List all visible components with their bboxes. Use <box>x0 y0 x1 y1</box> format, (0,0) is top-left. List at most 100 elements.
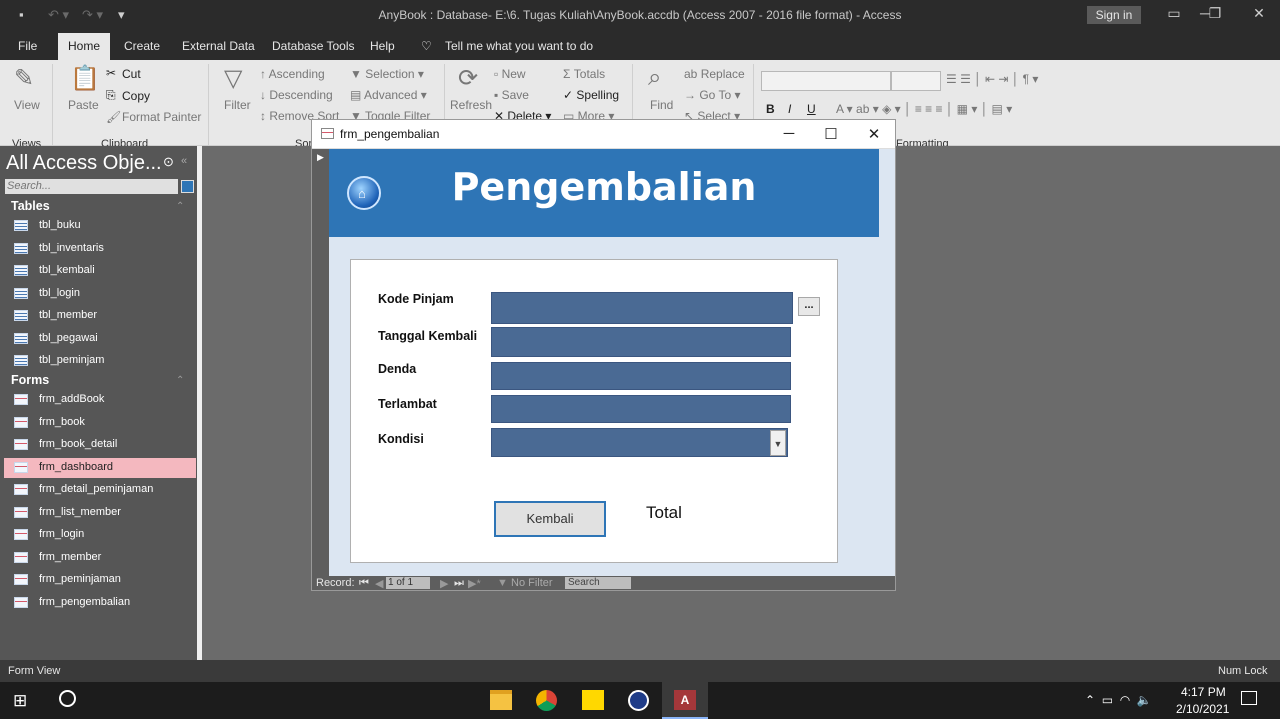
ribbon-display-icon[interactable]: ▭ <box>1162 5 1186 25</box>
nav-table-item[interactable]: tbl_member <box>4 306 196 326</box>
advanced-button[interactable]: ▤ Advanced ▾ <box>350 88 427 102</box>
terlambat-field[interactable] <box>491 395 791 423</box>
clock-date[interactable]: 2/10/2021 <box>1176 702 1229 716</box>
replace-button[interactable]: ab Replace <box>684 67 745 81</box>
italic-button[interactable]: I <box>788 102 791 116</box>
tab-help[interactable]: Help <box>370 39 395 53</box>
nav-table-item[interactable]: tbl_login <box>4 284 196 304</box>
nav-form-item[interactable]: frm_login <box>4 525 196 545</box>
refresh-button[interactable]: Refresh <box>450 98 492 112</box>
font-name-dropdown[interactable] <box>761 71 891 91</box>
nav-search-input[interactable] <box>5 179 178 194</box>
tab-file[interactable]: File <box>18 39 37 53</box>
copy-icon[interactable]: ⎘ <box>106 88 116 103</box>
next-record-icon[interactable]: ▶ <box>440 577 448 590</box>
access-taskbar-button[interactable]: A <box>662 682 708 719</box>
nav-table-item[interactable]: tbl_kembali <box>4 261 196 281</box>
find-icon[interactable]: ⌕ <box>648 64 661 92</box>
restore-icon[interactable]: ❐ <box>1203 5 1227 25</box>
cut-button[interactable]: Cut <box>122 67 141 81</box>
refresh-icon[interactable]: ⟳ <box>458 64 478 93</box>
collapse-icon[interactable]: ⌃ <box>176 201 184 212</box>
nav-form-item[interactable]: frm_dashboard <box>4 457 196 478</box>
kondisi-combobox[interactable]: ▼ <box>491 428 788 457</box>
app-w-icon[interactable] <box>628 690 649 711</box>
denda-field[interactable] <box>491 362 791 390</box>
nav-pane-title[interactable]: All Access Obje... <box>6 152 162 175</box>
lookup-button[interactable]: ... <box>798 297 820 316</box>
nav-form-item[interactable]: frm_pengembalian <box>4 593 196 613</box>
clock-time[interactable]: 4:17 PM <box>1181 685 1226 699</box>
cut-icon[interactable]: ✂ <box>106 66 116 80</box>
font-color-icon[interactable]: A ▾ ab ▾ ◈ ▾ │ ≡ ≡ ≡ │ ▦ ▾ │ ▤ ▾ <box>836 102 1012 116</box>
nav-form-item[interactable]: frm_addBook <box>4 390 196 410</box>
nav-form-item[interactable]: frm_list_member <box>4 503 196 523</box>
format-painter-icon[interactable]: 🖌 <box>106 110 121 124</box>
kembali-button[interactable]: Kembali <box>494 501 606 537</box>
find-button[interactable]: Find <box>650 98 673 112</box>
tab-home[interactable]: Home <box>58 33 110 60</box>
tab-create[interactable]: Create <box>124 39 160 53</box>
tanggal-kembali-field[interactable] <box>491 327 791 357</box>
forms-section-header[interactable]: Forms <box>11 373 49 387</box>
nav-menu-chevron-icon[interactable]: ⊙ <box>163 154 174 170</box>
filter-icon[interactable]: ▼ <box>497 577 508 589</box>
nav-table-item[interactable]: tbl_pegawai <box>4 329 196 349</box>
close-icon[interactable]: ✕ <box>864 125 884 143</box>
last-record-icon[interactable]: ⏭ <box>454 577 464 590</box>
no-filter-indicator[interactable]: No Filter <box>511 577 553 589</box>
chevron-down-icon[interactable]: ▼ <box>770 430 786 456</box>
nav-form-item[interactable]: frm_book_detail <box>4 435 196 455</box>
nav-form-item[interactable]: frm_detail_peminjaman <box>4 480 196 500</box>
search-circle-icon[interactable] <box>59 690 76 707</box>
notifications-icon[interactable] <box>1241 691 1257 705</box>
windows-start-icon[interactable]: ⊞ <box>13 691 27 711</box>
selection-button[interactable]: ▼ Selection ▾ <box>350 67 424 81</box>
copy-button[interactable]: Copy <box>122 89 150 103</box>
paste-icon[interactable]: 📋 <box>70 64 100 93</box>
current-record-input[interactable]: 1 of 1 <box>386 577 430 589</box>
collapse-icon[interactable]: ⌃ <box>176 375 184 386</box>
nav-form-item[interactable]: frm_book <box>4 413 196 433</box>
record-selector[interactable]: ▶ <box>312 149 329 576</box>
ascending-button[interactable]: ↑ Ascending <box>260 67 325 81</box>
view-icon[interactable]: ✎ <box>14 64 34 93</box>
view-button[interactable]: View <box>14 98 40 112</box>
tab-external-data[interactable]: External Data <box>182 39 255 53</box>
search-icon[interactable] <box>181 180 194 193</box>
bullets-icon[interactable]: ☰ ☰ │ ⇤ ⇥ │ ¶ ▾ <box>946 72 1038 86</box>
maximize-icon[interactable]: ☐ <box>821 125 841 143</box>
shutter-bar-icon[interactable]: « <box>181 155 187 167</box>
paste-button[interactable]: Paste <box>68 98 99 112</box>
descending-button[interactable]: ↓ Descending <box>260 88 333 102</box>
filter-button[interactable]: Filter <box>224 98 251 112</box>
sticky-notes-icon[interactable] <box>582 690 604 710</box>
file-explorer-icon[interactable] <box>490 690 512 710</box>
record-search-input[interactable]: Search <box>565 577 631 589</box>
filter-icon[interactable]: ▽ <box>224 64 242 93</box>
bold-button[interactable]: B <box>766 102 775 116</box>
tray-icons[interactable]: ⌃ ▭ ◠ 🔈 <box>1085 693 1152 707</box>
kode-pinjam-field[interactable] <box>491 292 793 324</box>
close-icon[interactable]: ✕ <box>1247 5 1271 25</box>
format-painter-button[interactable]: Format Painter <box>122 110 201 124</box>
tab-database-tools[interactable]: Database Tools <box>272 39 355 53</box>
font-size-dropdown[interactable] <box>891 71 941 91</box>
nav-table-item[interactable]: tbl_peminjam <box>4 351 196 371</box>
spelling-button[interactable]: ✓ Spelling <box>563 88 619 102</box>
go-to-button[interactable]: → Go To ▾ <box>684 88 741 102</box>
save-record-button[interactable]: ▪ Save <box>494 88 529 102</box>
tables-section-header[interactable]: Tables <box>11 199 50 213</box>
first-record-icon[interactable]: ⏮ <box>359 577 369 590</box>
new-record-button[interactable]: ▫ New <box>494 67 526 81</box>
totals-button[interactable]: Σ Totals <box>563 67 605 81</box>
previous-record-icon[interactable]: ◀ <box>375 577 383 590</box>
nav-table-item[interactable]: tbl_inventaris <box>4 239 196 259</box>
nav-form-item[interactable]: frm_member <box>4 548 196 568</box>
sign-in-button[interactable]: Sign in <box>1087 6 1141 24</box>
new-record-icon[interactable]: ▶* <box>468 577 481 590</box>
tell-me-input[interactable]: Tell me what you want to do <box>445 39 593 53</box>
nav-table-item[interactable]: tbl_buku <box>4 216 196 236</box>
chrome-icon[interactable] <box>536 690 557 711</box>
underline-button[interactable]: U <box>807 102 816 116</box>
